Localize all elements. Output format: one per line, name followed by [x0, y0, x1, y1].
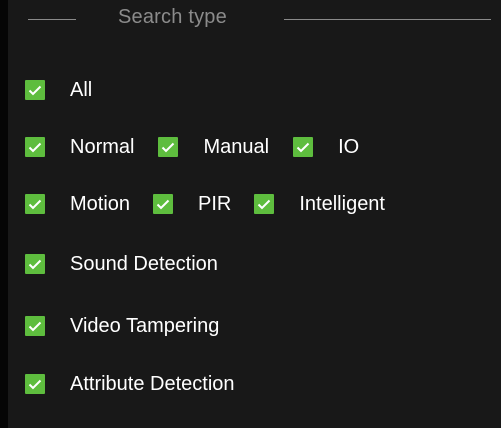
check-icon — [156, 199, 170, 209]
check-icon — [258, 199, 271, 209]
manual-label: Manual — [203, 135, 270, 158]
manual-checkbox[interactable] — [158, 137, 179, 157]
motion-label: Motion — [70, 192, 131, 215]
pir-checkbox[interactable] — [153, 194, 174, 214]
option-motion[interactable]: Motion — [25, 193, 130, 216]
option-attribute-detection[interactable]: Attribute Detection — [25, 373, 235, 396]
check-icon — [28, 142, 42, 152]
option-video-tampering[interactable]: Video Tampering — [25, 315, 219, 338]
check-icon — [28, 321, 42, 331]
row-all: All — [25, 76, 92, 104]
sound-detection-label: Sound Detection — [70, 252, 218, 275]
row-motion-pir-intelligent: Motion PIR Intelligent — [25, 190, 385, 218]
option-intelligent[interactable]: Intelligent — [254, 193, 385, 216]
search-type-title: Search type — [118, 6, 227, 28]
intelligent-label: Intelligent — [299, 192, 385, 215]
option-sound-detection[interactable]: Sound Detection — [25, 253, 218, 276]
option-io[interactable]: IO — [293, 136, 359, 159]
search-type-panel: Search type All Normal Manual IO Motion … — [0, 0, 501, 428]
legend-divider-right — [284, 19, 491, 20]
sound-detection-checkbox[interactable] — [25, 254, 45, 274]
check-icon — [28, 379, 42, 389]
row-video-tampering: Video Tampering — [25, 312, 219, 340]
attribute-detection-label: Attribute Detection — [70, 372, 235, 395]
check-icon — [28, 199, 42, 209]
check-icon — [28, 259, 42, 269]
io-checkbox[interactable] — [293, 137, 314, 157]
legend-divider-left — [28, 19, 76, 20]
motion-checkbox[interactable] — [25, 194, 45, 214]
all-label: All — [70, 78, 93, 101]
row-normal-manual-io: Normal Manual IO — [25, 133, 359, 161]
video-tampering-checkbox[interactable] — [25, 316, 45, 336]
option-pir[interactable]: PIR — [153, 193, 231, 216]
check-icon — [162, 142, 175, 152]
check-icon — [28, 85, 42, 95]
all-checkbox[interactable] — [25, 80, 45, 100]
option-manual[interactable]: Manual — [158, 136, 269, 159]
pir-label: PIR — [198, 192, 232, 215]
option-all[interactable]: All — [25, 79, 92, 102]
row-sound-detection: Sound Detection — [25, 250, 218, 278]
normal-checkbox[interactable] — [25, 137, 45, 157]
option-normal[interactable]: Normal — [25, 136, 134, 159]
video-tampering-label: Video Tampering — [70, 314, 220, 337]
intelligent-checkbox[interactable] — [254, 194, 275, 214]
check-icon — [296, 142, 310, 152]
row-attribute-detection: Attribute Detection — [25, 370, 235, 398]
normal-label: Normal — [70, 135, 135, 158]
io-label: IO — [338, 135, 360, 158]
attribute-detection-checkbox[interactable] — [25, 374, 45, 394]
search-type-legend: Search type — [8, 0, 501, 40]
